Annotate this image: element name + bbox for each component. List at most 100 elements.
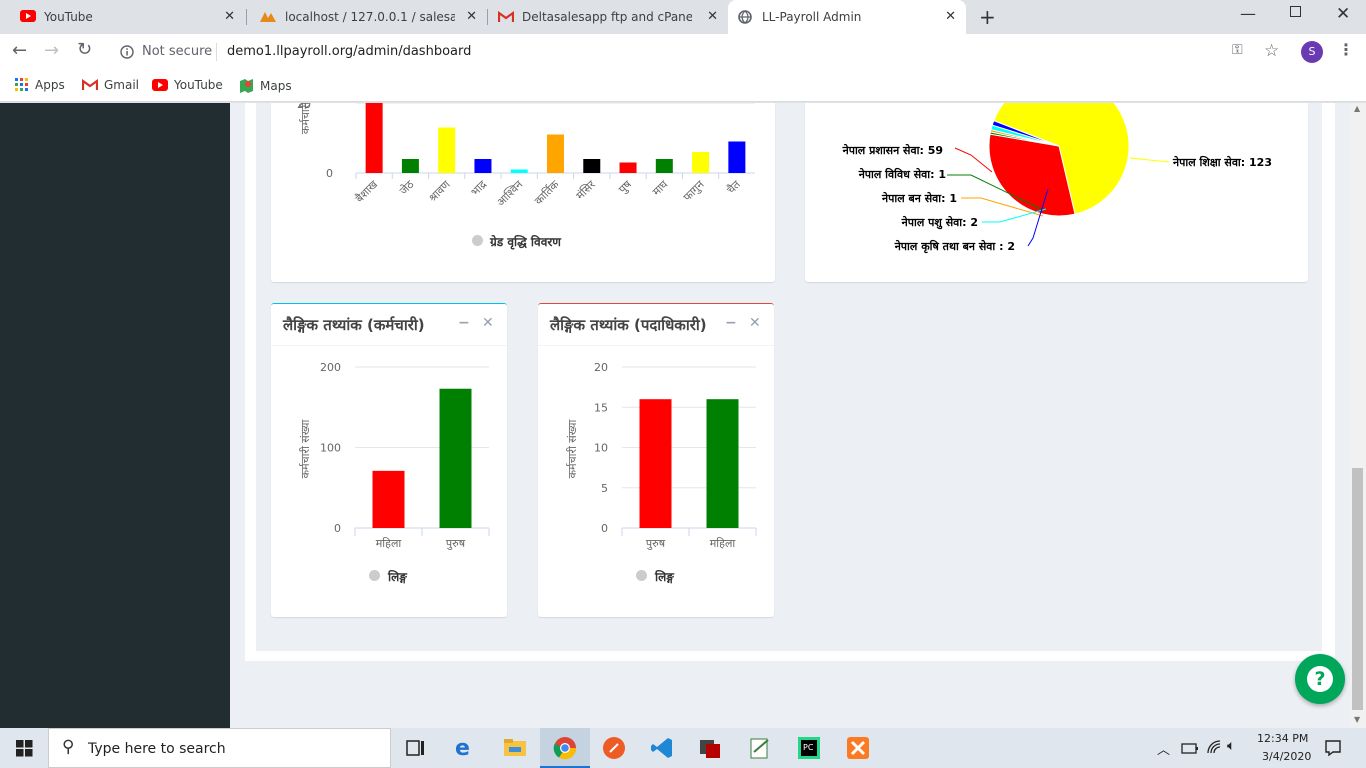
- bar-10[interactable]: [728, 141, 746, 174]
- xampp-icon[interactable]: [846, 736, 870, 760]
- edge-icon[interactable]: e: [455, 736, 470, 761]
- notification-icon[interactable]: [1324, 739, 1342, 757]
- browser-tab-strip: YouTube ✕ localhost / 127.0.0.1 / salesa…: [0, 0, 1366, 34]
- bar-6[interactable]: [583, 159, 601, 173]
- battery-icon[interactable]: [1181, 741, 1199, 755]
- bar-3[interactable]: [474, 159, 492, 173]
- pie-data-label: नेपाल बन सेवा: 1: [881, 191, 957, 205]
- admin-sidebar: [0, 103, 230, 728]
- chrome-taskbar-button[interactable]: [540, 728, 590, 768]
- bar-1[interactable]: [439, 388, 472, 528]
- tab-phpmyadmin[interactable]: localhost / 127.0.0.1 / salesapp / ✕: [247, 0, 487, 34]
- info-icon[interactable]: [120, 45, 134, 59]
- gmail-icon: [498, 11, 514, 22]
- task-view-icon[interactable]: [406, 739, 426, 757]
- legend-marker: [636, 570, 647, 581]
- file-explorer-icon[interactable]: [503, 737, 527, 757]
- reload-icon[interactable]: ↻: [77, 39, 92, 60]
- tab-gmail[interactable]: Deltasalesapp ftp and cPanel Det ✕: [488, 0, 728, 34]
- legend-label[interactable]: लिङ्ग: [388, 568, 407, 585]
- new-tab-icon[interactable]: +: [979, 5, 996, 29]
- search-icon: ⚲: [62, 737, 75, 757]
- close-icon[interactable]: ✕: [482, 315, 494, 331]
- legend-label[interactable]: लिङ्ग: [655, 568, 674, 585]
- help-button[interactable]: ?: [1295, 654, 1345, 704]
- x-tick-label: पुरुष: [446, 537, 466, 550]
- close-icon[interactable]: ✕: [749, 315, 761, 331]
- legend-label[interactable]: ग्रेड वृद्धि विवरण: [490, 233, 561, 250]
- star-icon[interactable]: ☆: [1264, 41, 1279, 61]
- bar-8[interactable]: [655, 159, 673, 173]
- close-icon[interactable]: ✕: [224, 9, 235, 24]
- url-text[interactable]: demo1.llpayroll.org/admin/dashboard: [227, 44, 471, 59]
- pycharm-icon[interactable]: PC: [797, 736, 821, 760]
- pie-data-label: नेपाल विविध सेवा: 1: [858, 167, 946, 181]
- windows-start-icon[interactable]: [16, 740, 33, 757]
- maximize-icon[interactable]: [1290, 6, 1301, 17]
- menu-icon[interactable]: ⋮: [1338, 40, 1354, 59]
- postman-icon[interactable]: [602, 736, 626, 760]
- close-icon[interactable]: ✕: [945, 9, 956, 24]
- filezilla-icon[interactable]: [698, 736, 722, 760]
- bar-2[interactable]: [438, 127, 456, 174]
- connector-line: [1129, 157, 1170, 163]
- collapse-icon[interactable]: −: [725, 315, 737, 331]
- pie-data-label: नेपाल शिक्षा सेवा: 123: [1172, 155, 1272, 169]
- close-icon[interactable]: ✕: [466, 9, 477, 24]
- bar-7[interactable]: [619, 162, 637, 174]
- bar-1[interactable]: [401, 159, 419, 173]
- scrollbar-thumb[interactable]: [1352, 468, 1363, 710]
- phpmyadmin-icon: [260, 12, 276, 22]
- y-tick-label: 0: [601, 522, 608, 535]
- y-tick-label: 5: [601, 482, 608, 495]
- wifi-icon[interactable]: [1206, 739, 1222, 755]
- bookmark-youtube[interactable]: YouTube: [152, 78, 223, 92]
- box-header: लैङ्गिक तथ्यांक (पदाधिकारी) − ✕: [538, 304, 774, 346]
- tab-ll-payroll-admin[interactable]: LL-Payroll Admin ✕: [728, 0, 966, 34]
- bar-1[interactable]: [706, 399, 739, 528]
- notepad-icon[interactable]: [748, 736, 772, 760]
- x-tick-label: मंसिर: [574, 178, 599, 203]
- volume-icon[interactable]: 🔈︎: [1227, 738, 1235, 754]
- gmail-icon: [82, 79, 98, 90]
- bar-5[interactable]: [547, 134, 564, 174]
- bar-4[interactable]: [510, 169, 528, 174]
- bookmark-maps[interactable]: Maps: [238, 78, 292, 94]
- bar-0[interactable]: [365, 99, 383, 173]
- bookmarks-bar: Apps Gmail YouTube Maps: [0, 70, 1366, 102]
- y-tick-label: 200: [320, 361, 341, 374]
- clock-date[interactable]: 3/4/2020: [1262, 750, 1311, 763]
- bar-9[interactable]: [692, 152, 710, 173]
- close-icon[interactable]: ✕: [707, 9, 718, 24]
- tray-chevron-icon[interactable]: ︿: [1157, 739, 1170, 758]
- forward-icon[interactable]: →: [44, 40, 59, 61]
- youtube-icon: [152, 79, 168, 91]
- tab-label: Deltasalesapp ftp and cPanel Det: [522, 10, 692, 24]
- legend-marker: [369, 570, 380, 581]
- service-pie-chart: नेपाल प्रशासन सेवा: 59 नेपाल विविध सेवा:…: [842, 75, 1272, 254]
- back-icon[interactable]: ←: [12, 40, 27, 61]
- window-close-icon[interactable]: ✕: [1336, 4, 1350, 24]
- taskbar-search-box[interactable]: ⚲ Type here to search: [48, 728, 391, 768]
- y-tick-label: 100: [320, 442, 341, 455]
- minimize-icon[interactable]: —: [1240, 4, 1256, 23]
- bookmark-gmail[interactable]: Gmail: [82, 78, 139, 92]
- collapse-icon[interactable]: −: [458, 315, 470, 331]
- x-tick-label: फागुन: [681, 177, 708, 204]
- key-icon[interactable]: ⚿: [1232, 42, 1243, 58]
- bar-0[interactable]: [639, 399, 672, 528]
- bookmark-apps[interactable]: Apps: [15, 78, 65, 92]
- pie-data-label: नेपाल कृषि तथा बन सेवा : 2: [894, 239, 1015, 254]
- x-tick-label: पुरुष: [646, 537, 666, 550]
- tab-youtube[interactable]: YouTube ✕: [0, 0, 245, 34]
- x-tick-label: चैत: [724, 177, 743, 196]
- clock-time[interactable]: 12:34 PM: [1257, 732, 1308, 745]
- y-tick-label: 15: [594, 401, 608, 414]
- omnibox[interactable]: Not secure demo1.llpayroll.org/admin/das…: [108, 38, 1293, 66]
- bar-0[interactable]: [372, 470, 405, 528]
- avatar[interactable]: S: [1301, 41, 1323, 63]
- y-axis-label: कर्मचारी संख्या: [299, 419, 312, 478]
- grade-chart-box: 20 0 कर्मचारी बैशाख जेठ श्रावण भाद्र आश्विन क…: [271, 98, 775, 282]
- vscode-icon[interactable]: [650, 736, 674, 760]
- x-tick-label: श्रावण: [426, 177, 453, 204]
